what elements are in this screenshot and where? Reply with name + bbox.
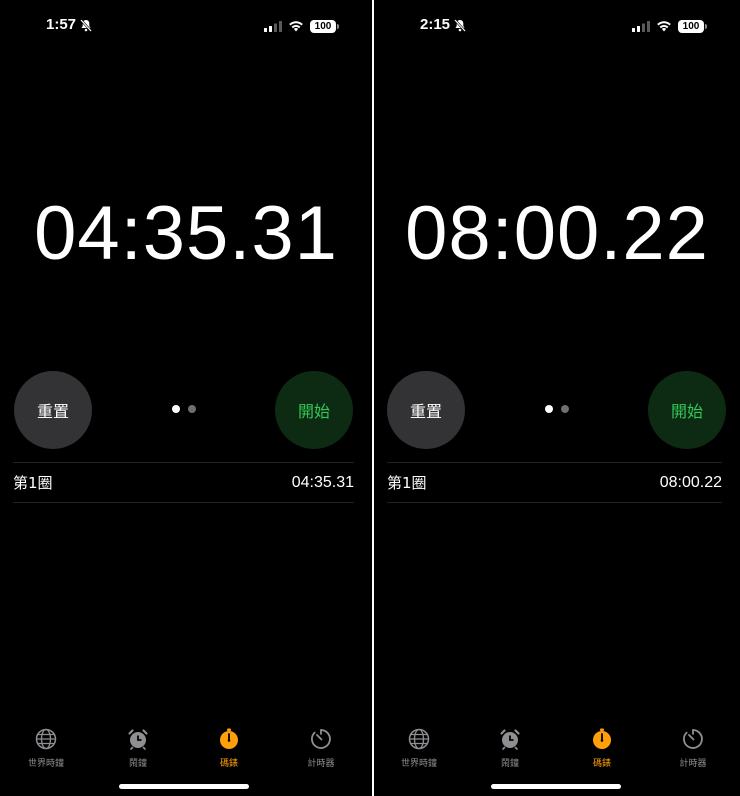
tab-timer[interactable]: 計時器: [663, 728, 723, 769]
tab-label: 碼錶: [219, 759, 238, 769]
page-dot-active: [545, 405, 553, 413]
tab-label: 世界時鐘: [27, 759, 64, 769]
status-bar: 2:15 100: [374, 14, 740, 36]
lap-label: 第1圈: [13, 474, 53, 492]
stopwatch-icon: [218, 728, 240, 754]
comparison-canvas: 1:57 100 04:35.31 重置 開始 第1圈 04:35.31 世界時…: [0, 0, 740, 796]
wifi-icon: [288, 17, 304, 36]
cellular-signal-icon: [632, 17, 650, 36]
lap-row: 第1圈 08:00.22: [387, 462, 722, 503]
tab-world-clock[interactable]: 世界時鐘: [16, 728, 76, 769]
stopwatch-screen-2: 2:15 100 08:00.22 重置 開始 第1圈 08:00.22 世界時…: [374, 0, 740, 796]
tab-bar: 世界時鐘 鬧鐘 碼錶 計時器: [0, 728, 372, 769]
stopwatch-icon: [591, 728, 613, 754]
lap-time: 04:35.31: [291, 473, 354, 491]
reset-button[interactable]: 重置: [387, 371, 465, 449]
timer-icon: [682, 728, 704, 754]
tab-label: 計時器: [307, 759, 335, 769]
alarm-clock-icon: [499, 728, 521, 754]
cellular-signal-icon: [264, 17, 282, 36]
elapsed-time-display: 08:00.22: [405, 191, 709, 276]
tab-world-clock[interactable]: 世界時鐘: [389, 728, 449, 769]
tab-label: 鬧鐘: [500, 759, 519, 769]
tab-alarm[interactable]: 鬧鐘: [108, 728, 168, 769]
home-indicator[interactable]: [491, 784, 621, 789]
battery-icon: 100: [678, 20, 707, 33]
page-dot-inactive: [561, 405, 569, 413]
lap-row: 第1圈 04:35.31: [13, 462, 354, 503]
tab-stopwatch[interactable]: 碼錶: [572, 728, 632, 769]
lap-list: 第1圈 08:00.22: [387, 462, 722, 503]
tab-label: 鬧鐘: [128, 759, 147, 769]
page-indicator[interactable]: [172, 405, 196, 413]
tab-bar: 世界時鐘 鬧鐘 碼錶 計時器: [374, 728, 740, 769]
status-time: 2:15: [420, 16, 451, 33]
tab-label: 世界時鐘: [400, 759, 437, 769]
globe-icon: [408, 728, 430, 754]
elapsed-time-display: 04:35.31: [34, 191, 338, 276]
bell-slash-icon: [454, 17, 466, 36]
reset-button[interactable]: 重置: [14, 371, 92, 449]
start-button[interactable]: 開始: [648, 371, 726, 449]
lap-time: 08:00.22: [659, 473, 722, 491]
lap-label: 第1圈: [387, 474, 427, 492]
tab-timer[interactable]: 計時器: [291, 728, 351, 769]
globe-icon: [35, 728, 57, 754]
start-button[interactable]: 開始: [275, 371, 353, 449]
home-indicator[interactable]: [119, 784, 249, 789]
tab-alarm[interactable]: 鬧鐘: [480, 728, 540, 769]
status-time: 1:57: [46, 16, 77, 33]
battery-icon: 100: [310, 20, 339, 33]
lap-list: 第1圈 04:35.31: [13, 462, 354, 503]
wifi-icon: [656, 17, 672, 36]
tab-stopwatch[interactable]: 碼錶: [199, 728, 259, 769]
tab-label: 碼錶: [592, 759, 611, 769]
page-indicator[interactable]: [545, 405, 569, 413]
status-bar: 1:57 100: [0, 14, 372, 36]
bell-slash-icon: [80, 17, 92, 36]
alarm-clock-icon: [127, 728, 149, 754]
page-dot-inactive: [188, 405, 196, 413]
timer-icon: [310, 728, 332, 754]
stopwatch-screen-1: 1:57 100 04:35.31 重置 開始 第1圈 04:35.31 世界時…: [0, 0, 372, 796]
tab-label: 計時器: [679, 759, 707, 769]
page-dot-active: [172, 405, 180, 413]
